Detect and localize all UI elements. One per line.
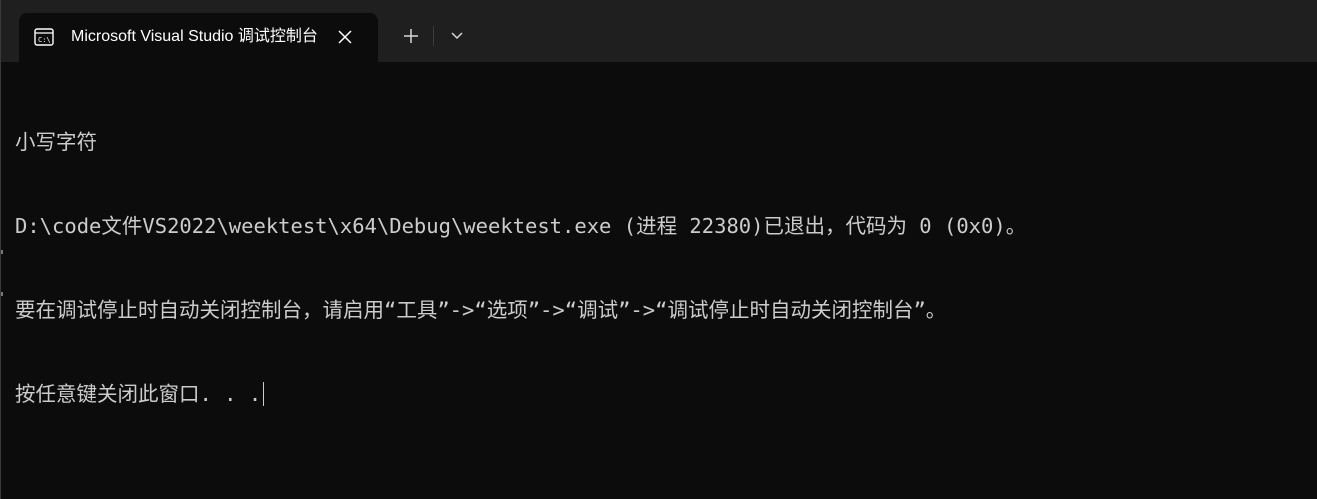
tab-divider [433, 26, 434, 46]
terminal-window: C:\ Microsoft Visual Studio 调试控制台 小写字符 D… [0, 0, 1317, 499]
chevron-down-icon[interactable] [441, 21, 473, 51]
console-line: 要在调试停止时自动关闭控制台，请启用“工具”->“选项”->“调试”->“调试停… [15, 298, 947, 322]
console-icon: C:\ [34, 28, 54, 46]
console-line: D:\code文件VS2022\weektest\x64\Debug\weekt… [15, 214, 1027, 238]
console-text: 小写字符 D:\code文件VS2022\weektest\x64\Debug\… [15, 72, 1026, 464]
edge-mark [1, 250, 3, 254]
plus-icon[interactable] [395, 21, 427, 51]
title-bar: C:\ Microsoft Visual Studio 调试控制台 [1, 0, 1317, 62]
console-line: 小写字符 [15, 130, 97, 154]
tab-title: Microsoft Visual Studio 调试控制台 [71, 28, 318, 45]
edge-mark [1, 292, 3, 296]
console-line: 按任意键关闭此窗口. . . [15, 380, 1026, 408]
close-icon[interactable] [333, 25, 357, 49]
console-output[interactable]: 小写字符 D:\code文件VS2022\weektest\x64\Debug\… [1, 62, 1317, 499]
tab-debug-console[interactable]: C:\ Microsoft Visual Studio 调试控制台 [19, 13, 378, 62]
text-cursor [263, 382, 265, 406]
svg-text:C:\: C:\ [38, 36, 51, 44]
prompt-text: 按任意键关闭此窗口. . . [15, 382, 262, 406]
